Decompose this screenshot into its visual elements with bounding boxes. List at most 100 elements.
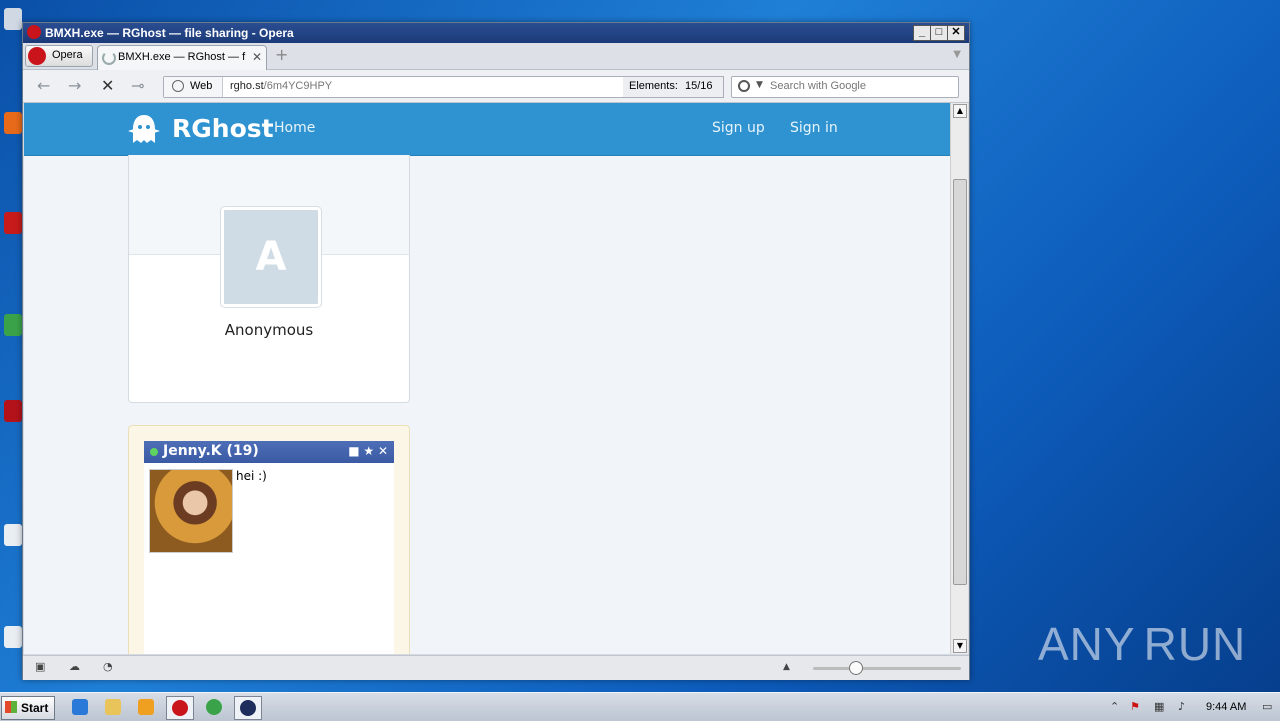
ie-icon <box>72 699 88 715</box>
tray-expand-icon[interactable]: ⌃ <box>1110 700 1124 714</box>
scroll-thumb[interactable] <box>953 179 967 585</box>
taskbar-media[interactable] <box>133 696 159 718</box>
panel-toggle-icon[interactable]: ▣ <box>35 661 49 673</box>
search-placeholder: Search with Google <box>770 80 866 92</box>
site-brand[interactable]: RGhost <box>172 114 274 143</box>
minimize-button[interactable]: _ <box>913 25 931 41</box>
taskbar-app[interactable] <box>234 696 262 720</box>
desktop-icon-recycle-bin[interactable] <box>0 6 22 46</box>
address-bar: ← → ✕ ⊸ Web rgho.st/6m4YC9HPY Elements: … <box>23 70 969 103</box>
desktop-icon-file-1[interactable] <box>0 522 22 562</box>
uploader-card: A Anonymous <box>128 155 410 403</box>
globe-icon <box>172 80 184 92</box>
page-viewport: RGhost Home Sign up Sign in A Anonymous … <box>24 103 950 654</box>
web-label: Web <box>190 80 213 92</box>
desktop-icon-acrobat[interactable] <box>0 210 22 250</box>
opera-window: BMXH.exe — RGhost — file sharing - Opera… <box>22 22 970 680</box>
taskbar-opera[interactable] <box>166 696 194 720</box>
new-tab-button[interactable]: + <box>275 47 288 63</box>
folder-icon <box>105 699 121 715</box>
elements-counter: Elements: 15/16 <box>623 76 724 98</box>
chat-contact-photo <box>149 469 233 553</box>
chrome-icon <box>206 699 222 715</box>
clock[interactable]: 9:44 AM <box>1206 701 1246 713</box>
file-icon <box>4 524 22 546</box>
elements-value: 15/16 <box>685 80 713 92</box>
close-window-button[interactable]: ✕ <box>947 25 965 41</box>
show-desktop-icon[interactable]: ▭ <box>1262 700 1276 714</box>
window-titlebar[interactable]: BMXH.exe — RGhost — file sharing - Opera… <box>23 23 969 43</box>
tab-title: BMXH.exe — RGhost — f… <box>118 51 246 63</box>
chat-header-icons[interactable]: ■ ★ ✕ <box>348 444 388 458</box>
volume-icon[interactable]: ♪ <box>1178 700 1192 714</box>
file-icon <box>4 626 22 648</box>
uploader-name[interactable]: Anonymous <box>129 321 409 339</box>
zoom-slider-track[interactable] <box>813 667 961 670</box>
start-button[interactable]: Start <box>1 696 55 720</box>
ghost-logo-icon[interactable] <box>128 113 160 145</box>
site-header: RGhost Home Sign up Sign in <box>24 103 950 156</box>
desktop-icon-firefox[interactable] <box>0 110 22 150</box>
firefox-icon <box>4 112 22 134</box>
elements-label: Elements: <box>629 80 678 92</box>
chat-contact-name: Jenny.K (19) <box>163 443 259 459</box>
maximize-button[interactable]: □ <box>930 25 948 41</box>
network-icon[interactable]: ▦ <box>1154 700 1168 714</box>
action-center-icon[interactable]: ⚑ <box>1130 700 1144 714</box>
window-title: BMXH.exe — RGhost — file sharing - Opera <box>45 26 294 40</box>
site-info-button[interactable]: Web <box>164 77 223 97</box>
chat-widget[interactable]: Jenny.K (19) ■ ★ ✕ hei :) <box>144 441 394 654</box>
taskbar-explorer[interactable] <box>100 696 126 718</box>
search-icon <box>738 80 750 92</box>
nav-signup-link[interactable]: Sign up <box>712 120 765 136</box>
chat-message: hei :) <box>236 469 267 483</box>
cloud-icon[interactable]: ☁ <box>69 661 83 673</box>
tab-menu-chevron-down-icon[interactable]: ▼ <box>953 49 961 60</box>
app-icon <box>4 400 22 422</box>
taskbar-chrome[interactable] <box>201 696 227 718</box>
zoom-slider-knob[interactable] <box>849 661 863 675</box>
opera-menu-button[interactable]: Opera <box>25 45 93 67</box>
view-toggle-icon[interactable]: ▲ <box>783 661 797 673</box>
watermark-left: ANY <box>1038 618 1136 670</box>
media-player-icon <box>138 699 154 715</box>
anyrun-watermark: ANY RUN <box>1038 612 1245 676</box>
ad-banner[interactable]: Jenny.K (19) ■ ★ ✕ hei :) <box>128 425 410 654</box>
turbo-gauge-icon[interactable]: ◔ <box>103 661 117 673</box>
desktop-icon-chrome[interactable] <box>0 312 22 352</box>
online-status-icon <box>150 448 158 456</box>
search-field[interactable]: ▼ Search with Google <box>731 76 959 98</box>
taskbar-ie[interactable] <box>67 696 93 718</box>
opera-logo-icon <box>28 47 46 65</box>
system-tray: ⌃ ⚑ ▦ ♪ ▭ <box>1106 695 1280 719</box>
loading-spinner-icon <box>102 51 116 65</box>
stop-button[interactable]: ✕ <box>101 77 114 95</box>
chat-header[interactable]: Jenny.K (19) ■ ★ ✕ <box>144 441 394 463</box>
scroll-up-button[interactable]: ▲ <box>953 104 967 118</box>
start-label: Start <box>21 701 49 715</box>
search-engine-chevron-down-icon[interactable]: ▼ <box>756 80 763 90</box>
taskbar: Start ⌃ ⚑ ▦ ♪ ▭ 9:44 AM <box>0 692 1280 721</box>
chrome-icon <box>4 314 22 336</box>
avatar: A <box>221 207 321 307</box>
windows-logo-icon <box>5 701 17 713</box>
watermark-right: RUN <box>1143 618 1247 670</box>
tab-active[interactable]: BMXH.exe — RGhost — f… ✕ <box>97 45 267 70</box>
acrobat-icon <box>4 212 22 234</box>
url-field[interactable]: Web rgho.st/6m4YC9HPY <box>163 76 625 98</box>
nav-home-link[interactable]: Home <box>274 120 315 136</box>
opera-logo-icon <box>27 25 41 39</box>
desktop-icon-app[interactable] <box>0 398 22 438</box>
opera-menu-label: Opera <box>52 49 83 61</box>
nav-signin-link[interactable]: Sign in <box>790 120 838 136</box>
back-button[interactable]: ← <box>37 77 50 95</box>
scroll-down-button[interactable]: ▼ <box>953 639 967 653</box>
recycle-bin-icon <box>4 8 22 30</box>
app-icon <box>240 700 256 716</box>
status-bar: ▣ ☁ ◔ ▲ <box>23 655 969 680</box>
tab-close-icon[interactable]: ✕ <box>252 50 262 64</box>
vertical-scrollbar[interactable]: ▲ ▼ <box>950 103 968 654</box>
key-icon[interactable]: ⊸ <box>131 77 144 95</box>
desktop-icon-file-2[interactable] <box>0 624 22 664</box>
forward-button[interactable]: → <box>68 77 81 95</box>
